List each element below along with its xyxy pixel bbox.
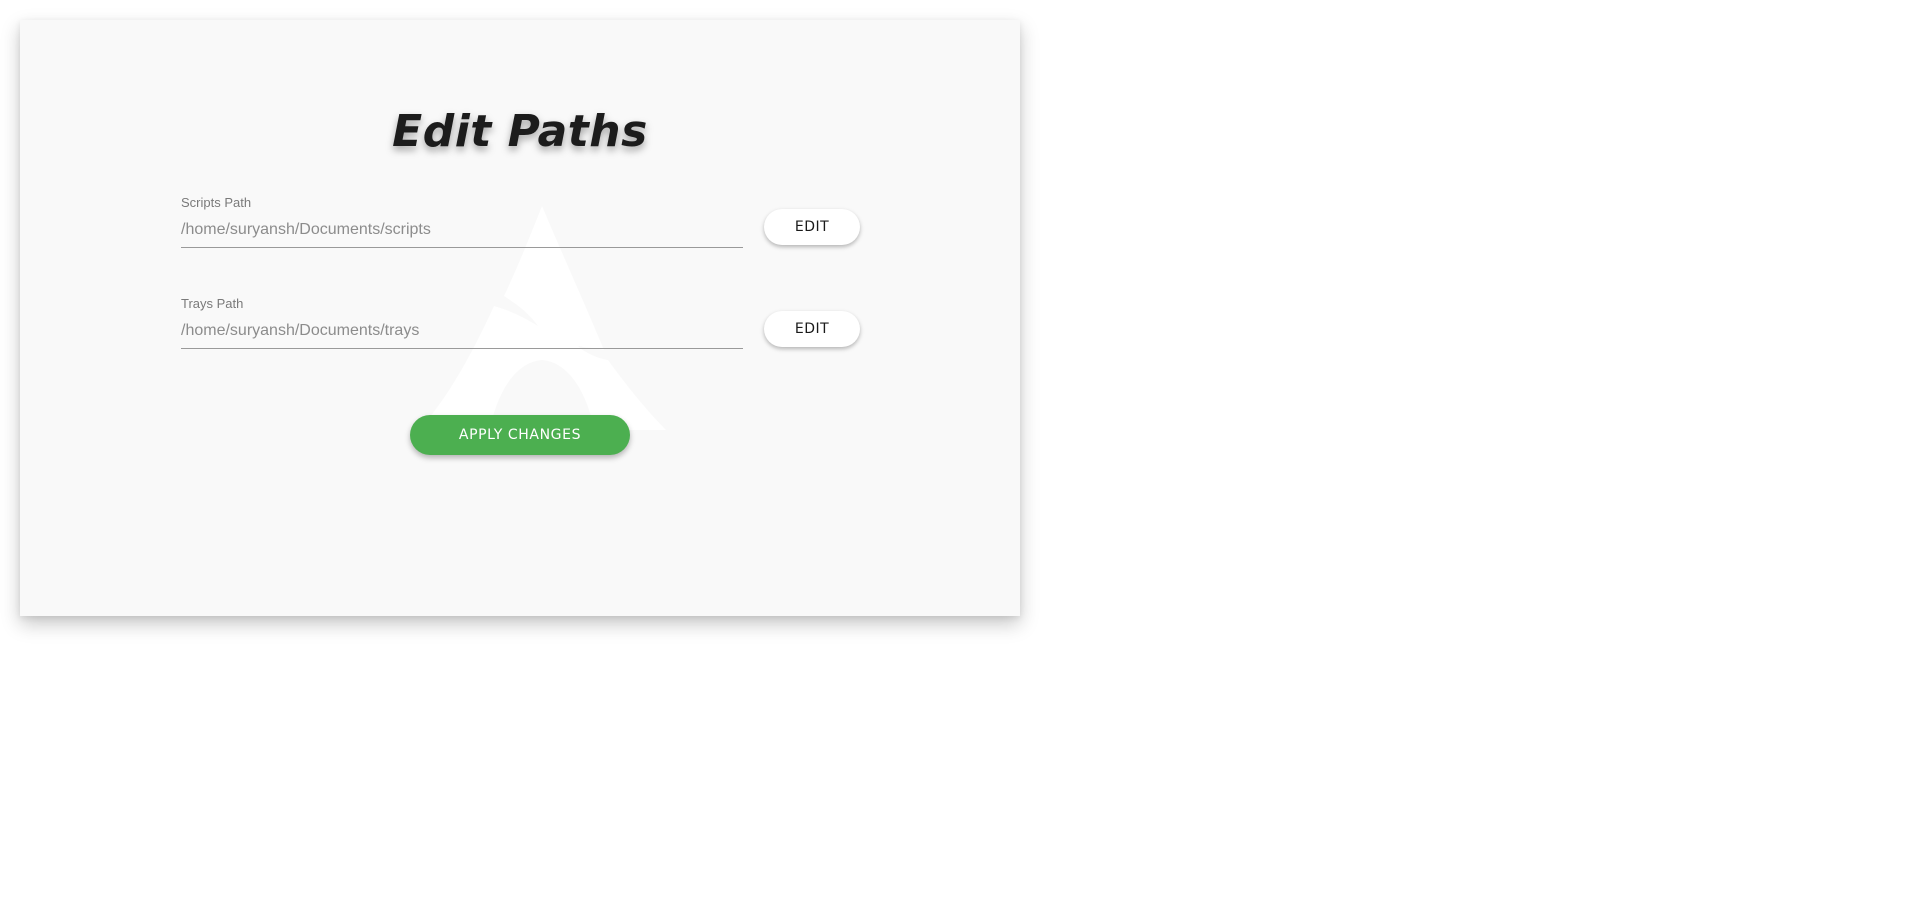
- scripts-path-input[interactable]: [181, 221, 743, 248]
- edit-scripts-path-button[interactable]: EDIT: [764, 209, 860, 245]
- apply-changes-button[interactable]: APPLY CHANGES: [410, 415, 630, 455]
- edit-paths-card: Edit Paths Scripts Path EDIT Trays Path …: [20, 20, 1020, 616]
- trays-path-label: Trays Path: [181, 296, 244, 311]
- scripts-path-field: Scripts Path: [181, 195, 743, 248]
- trays-path-field: Trays Path: [181, 296, 743, 349]
- trays-path-input[interactable]: [181, 322, 743, 349]
- page-title: Edit Paths: [392, 106, 648, 157]
- scripts-path-label: Scripts Path: [181, 195, 252, 210]
- edit-trays-path-button[interactable]: EDIT: [764, 311, 860, 347]
